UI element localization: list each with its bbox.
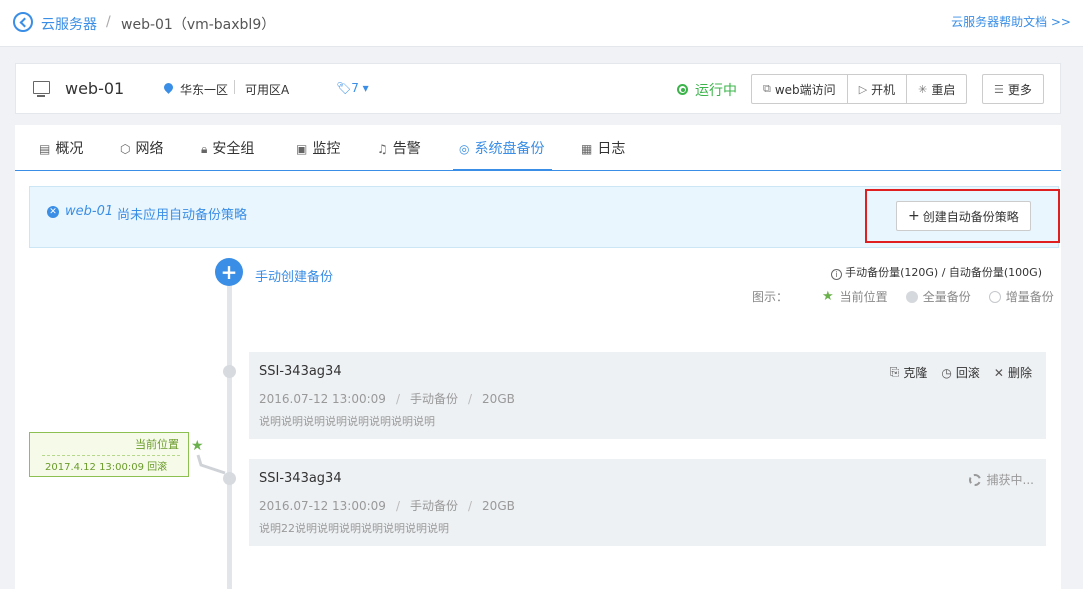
- legend-current: ★ 当前位置: [822, 289, 888, 304]
- timeline-legend: 图示： ★ 当前位置 全量备份 增量备份: [752, 288, 1054, 305]
- tab-security-group[interactable]: 🔒︎ 安全组: [201, 125, 254, 171]
- lock-icon: 🔒︎: [201, 142, 208, 156]
- power-on-button[interactable]: ▷ 开机: [848, 75, 908, 103]
- instance-action-group: ⧉ web端访问 ▷ 开机 ✳ 重启: [751, 74, 968, 104]
- monitor-icon: ▣: [296, 142, 308, 156]
- full-backup-dot-icon: [905, 290, 918, 303]
- location-pin-icon: [162, 81, 175, 94]
- backup-quota: i 手动备份量(120G) / 自动备份量(100G): [831, 264, 1042, 280]
- create-auto-backup-policy-button[interactable]: + 创建自动备份策略: [896, 201, 1031, 231]
- notice-instance-name: web-01: [65, 204, 114, 219]
- current-position-box: 当前位置 2017.4.12 13:00:09 回滚: [29, 432, 189, 477]
- backup-name: SSI-343ag34: [259, 364, 342, 379]
- backup-description: 说明说明说明说明说明说明说明说明: [259, 415, 435, 428]
- legend-incremental: 增量备份: [988, 288, 1054, 305]
- notice-text: 尚未应用自动备份策略: [117, 208, 248, 223]
- more-button[interactable]: ☰ 更多: [982, 74, 1044, 104]
- capturing-status: 捕获中...: [968, 471, 1034, 488]
- breadcrumb-root-link[interactable]: 云服务器: [41, 14, 97, 34]
- current-position-detail: 2017.4.12 13:00:09 回滚: [45, 462, 168, 473]
- backup-meta: 2016.07-12 13:00:09/手动备份/20GB: [259, 392, 515, 406]
- delete-button[interactable]: ✕ 删除: [994, 364, 1032, 381]
- clock-icon: ◷: [941, 365, 952, 380]
- current-position-title: 当前位置: [135, 438, 179, 451]
- instance-name: web-01: [65, 79, 125, 98]
- tab-overview[interactable]: ▤ 概况: [39, 125, 83, 171]
- restart-button[interactable]: ✳ 重启: [907, 75, 966, 103]
- backup-actions: ⎘ 克隆 ◷ 回滚 ✕ 删除: [876, 364, 1032, 381]
- instance-header: web-01 华东一区 可用区A 🏷︎7 ▾ 运行中 ⧉ web端访问 ▷ 开机 ✳…: [15, 63, 1061, 114]
- log-icon: ▦: [581, 142, 593, 156]
- instance-region: 华东一区: [180, 83, 229, 97]
- clone-icon: ⎘: [889, 365, 900, 379]
- backup-entry: SSI-343ag34 捕获中... 2016.07-12 13:00:09/手…: [249, 459, 1046, 546]
- help-docs-link[interactable]: 云服务器帮助文档 >>: [951, 13, 1071, 30]
- play-icon: ▷: [858, 82, 868, 96]
- backup-entry: SSI-343ag34 ⎘ 克隆 ◷ 回滚 ✕ 删除 2016.07-12 13:00…: [249, 352, 1046, 439]
- backup-size: 20GB: [482, 499, 515, 513]
- status-text: 运行中: [695, 83, 737, 99]
- breadcrumb-current: web-01（vm-baxbl9）: [121, 17, 276, 33]
- bell-icon: ♫: [377, 142, 388, 156]
- incremental-backup-dot-icon: [988, 290, 1001, 303]
- tab-bar: ▤ 概况 ⬡ 网络 🔒︎ 安全组 ▣ 监控 ♫ 告警 ◎ 系统盘备份 ▦ 日志: [15, 125, 1061, 171]
- web-access-button[interactable]: ⧉ web端访问: [752, 75, 848, 103]
- web-terminal-icon: ⧉: [763, 82, 771, 95]
- close-icon: ✕: [993, 365, 1004, 380]
- legend-full: 全量备份: [905, 288, 971, 305]
- info-icon: i: [831, 269, 843, 280]
- tab-monitoring[interactable]: ▣ 监控: [296, 125, 340, 171]
- tab-logs[interactable]: ▦ 日志: [581, 125, 625, 171]
- clone-button[interactable]: ⎘ 克隆: [890, 364, 928, 381]
- backup-size: 20GB: [482, 392, 515, 406]
- current-position-connector: [196, 454, 226, 475]
- menu-icon: ☰: [994, 82, 1004, 96]
- backup-type: 手动备份: [409, 499, 458, 513]
- tab-system-disk-backup[interactable]: ◎ 系统盘备份: [453, 125, 552, 171]
- star-icon: ★: [822, 289, 834, 304]
- back-icon[interactable]: [13, 12, 33, 32]
- backup-description: 说明22说明说明说明说明说明说明说明: [259, 522, 449, 535]
- plus-icon: +: [908, 208, 920, 224]
- tag-count: 7 ▾: [351, 81, 369, 95]
- region-divider: [234, 80, 235, 94]
- backup-time: 2016.07-12 13:00:09: [259, 392, 386, 406]
- top-bar: 云服务器 / web-01（vm-baxbl9） 云服务器帮助文档 >>: [0, 0, 1083, 47]
- add-backup-icon[interactable]: +: [215, 258, 243, 286]
- spinner-icon: [968, 473, 981, 486]
- tab-network[interactable]: ⬡ 网络: [120, 125, 163, 171]
- tab-alerts[interactable]: ♫ 告警: [377, 125, 421, 171]
- camera-icon: ◎: [459, 142, 470, 156]
- timeline-line: [227, 275, 232, 589]
- tag-icon: 🏷︎: [336, 81, 352, 95]
- backup-name: SSI-343ag34: [259, 471, 342, 486]
- server-monitor-icon: [33, 81, 50, 97]
- rollback-button[interactable]: ◷ 回滚: [941, 364, 980, 381]
- current-position-divider: [42, 455, 180, 456]
- breadcrumb-separator: /: [106, 14, 111, 30]
- close-circle-icon: ✕: [47, 206, 59, 218]
- backup-meta: 2016.07-12 13:00:09/手动备份/20GB: [259, 499, 515, 513]
- overview-icon: ▤: [39, 142, 51, 156]
- manual-create-backup-link[interactable]: 手动创建备份: [255, 266, 333, 285]
- running-status-icon: [677, 84, 688, 95]
- tag-dropdown[interactable]: 🏷︎7 ▾: [336, 81, 369, 95]
- backup-time: 2016.07-12 13:00:09: [259, 499, 386, 513]
- legend-label: 图示：: [752, 290, 789, 304]
- timeline-node: [223, 365, 236, 378]
- backup-type: 手动备份: [409, 392, 458, 406]
- restart-icon: ✳: [918, 82, 928, 96]
- instance-zone: 可用区A: [245, 83, 290, 97]
- main-card: ▤ 概况 ⬡ 网络 🔒︎ 安全组 ▣ 监控 ♫ 告警 ◎ 系统盘备份 ▦ 日志 ✕ web-0…: [15, 125, 1061, 589]
- network-icon: ⬡: [120, 142, 131, 156]
